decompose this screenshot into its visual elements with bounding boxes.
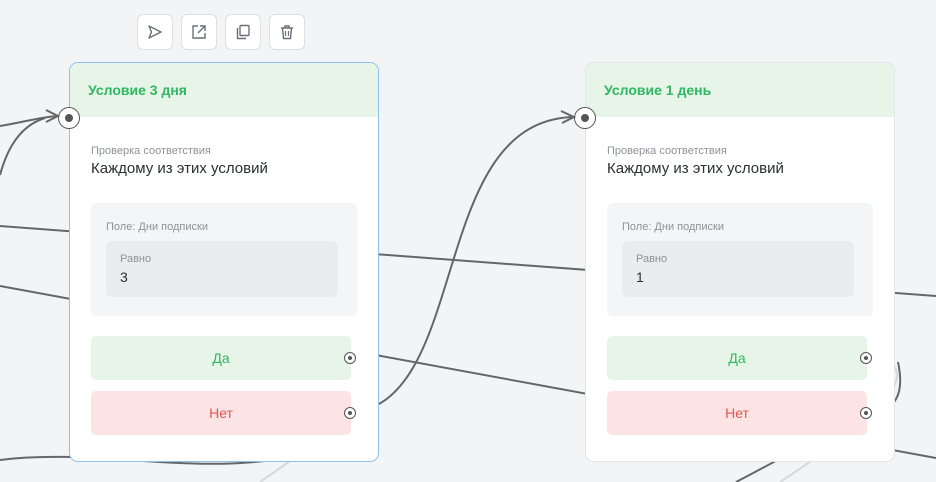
- send-button[interactable]: [137, 14, 173, 50]
- arrow-head-icon: [45, 109, 61, 123]
- condition-field[interactable]: Поле: Дни подписки Равно 1: [607, 203, 873, 316]
- yes-output-port[interactable]: [344, 352, 356, 364]
- no-branch-button[interactable]: Нет: [607, 391, 867, 435]
- copy-icon: [236, 24, 250, 40]
- port-dot-icon: [348, 411, 352, 415]
- yes-output-port[interactable]: [860, 352, 872, 364]
- connection-line: [356, 116, 575, 413]
- connection-line: [0, 115, 59, 127]
- operator-box[interactable]: Равно 1: [622, 241, 854, 297]
- match-type-value[interactable]: Каждому из этих условий: [91, 160, 268, 177]
- input-port[interactable]: [574, 107, 596, 129]
- yes-branch-button[interactable]: Да: [91, 336, 351, 380]
- send-icon: [148, 25, 162, 39]
- field-label: Поле: Дни подписки: [106, 221, 208, 233]
- yes-branch-button[interactable]: Да: [607, 336, 867, 380]
- match-type-label: Проверка соответствия: [607, 145, 727, 157]
- condition-node[interactable]: Условие 3 дня Проверка соответствия Кажд…: [58, 62, 379, 462]
- condition-field[interactable]: Поле: Дни подписки Равно 3: [91, 203, 357, 316]
- open-external-button[interactable]: [181, 14, 217, 50]
- input-port[interactable]: [58, 107, 80, 129]
- port-dot-icon: [864, 356, 868, 360]
- operator-label: Равно: [636, 253, 668, 265]
- delete-button[interactable]: [269, 14, 305, 50]
- condition-node[interactable]: Условие 1 день Проверка соответствия Каж…: [574, 62, 895, 462]
- match-type-label: Проверка соответствия: [91, 145, 211, 157]
- duplicate-button[interactable]: [225, 14, 261, 50]
- match-type-value[interactable]: Каждому из этих условий: [607, 160, 784, 177]
- operator-box[interactable]: Равно 3: [106, 241, 338, 297]
- connection-line: [0, 117, 46, 176]
- port-dot-icon: [864, 411, 868, 415]
- port-dot-icon: [65, 114, 73, 122]
- flow-canvas[interactable]: Условие 3 дня Проверка соответствия Кажд…: [0, 0, 936, 482]
- node-title: Условие 1 день: [586, 63, 894, 117]
- operator-value: 3: [120, 269, 128, 285]
- operator-label: Равно: [120, 253, 152, 265]
- field-label: Поле: Дни подписки: [622, 221, 724, 233]
- port-dot-icon: [348, 356, 352, 360]
- no-branch-button[interactable]: Нет: [91, 391, 351, 435]
- no-output-port[interactable]: [344, 407, 356, 419]
- external-link-icon: [192, 25, 206, 39]
- no-output-port[interactable]: [860, 407, 872, 419]
- node-title: Условие 3 дня: [70, 63, 378, 117]
- node-toolbar: [137, 14, 305, 50]
- arrow-head-icon: [560, 110, 577, 124]
- port-dot-icon: [581, 114, 589, 122]
- operator-value: 1: [636, 269, 644, 285]
- trash-icon: [281, 25, 293, 40]
